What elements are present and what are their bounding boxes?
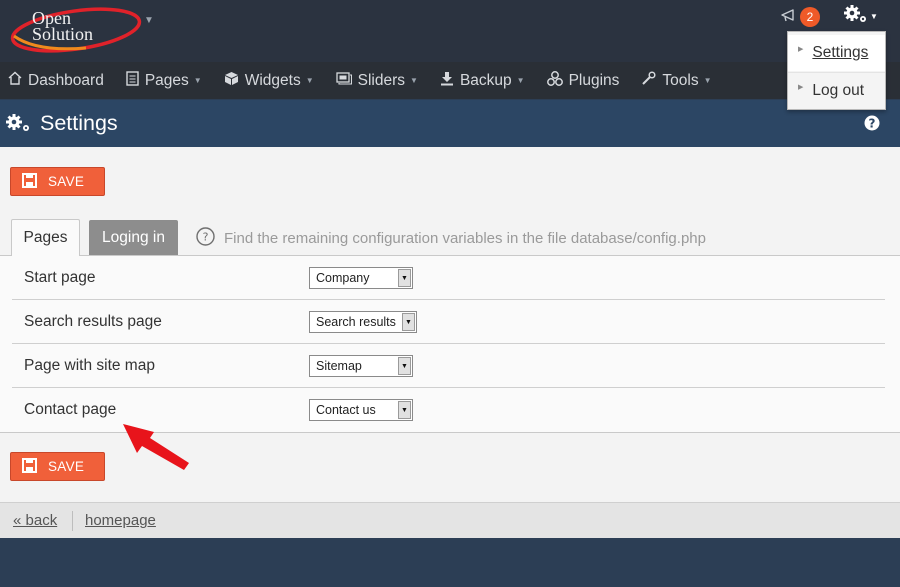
search-results-select[interactable]: Search results ▼: [309, 311, 417, 333]
nav-item-widgets[interactable]: Widgets ▼: [224, 71, 314, 91]
dropdown-arrow-icon: ▼: [398, 401, 411, 419]
notification-badge[interactable]: 2: [800, 7, 820, 27]
floppy-disk-icon: [22, 457, 37, 476]
dropdown-arrow-icon: ▼: [398, 357, 411, 375]
nav-item-plugins[interactable]: Plugins: [546, 70, 620, 91]
dropdown-arrow-icon: ▼: [402, 313, 415, 331]
svg-text:?: ?: [869, 116, 876, 130]
nav-label: Plugins: [568, 71, 620, 89]
triangle-right-icon: ▶: [798, 46, 804, 53]
help-icon[interactable]: ?: [864, 115, 880, 136]
save-button-bottom[interactable]: SAVE: [10, 452, 105, 481]
footer-divider: [72, 511, 73, 531]
save-button-top[interactable]: SAVE: [10, 167, 105, 196]
nav-item-tools[interactable]: Tools ▼: [641, 70, 712, 91]
nav-label: Backup: [459, 71, 512, 89]
settings-row-search-results: Search results page Search results ▼: [12, 300, 885, 344]
nav-item-dashboard[interactable]: Dashboard: [8, 71, 104, 90]
user-menu-toggle[interactable]: ▼: [843, 4, 878, 28]
cube-icon: [224, 71, 245, 91]
download-icon: [440, 71, 460, 91]
nav-label: Sliders: [357, 71, 406, 89]
document-icon: [126, 70, 145, 91]
puzzle-icon: [546, 70, 569, 91]
wrench-icon: [641, 70, 662, 91]
slides-icon: [335, 71, 358, 90]
chevron-down-icon[interactable]: ▼: [870, 12, 878, 21]
caret-down-icon: ▼: [305, 76, 314, 85]
gears-icon: [5, 113, 35, 138]
nav-label: Widgets: [244, 71, 301, 89]
main-nav: Dashboard Pages ▼ Widgets ▼ Sliders ▼ Ba…: [0, 62, 900, 99]
menu-item-label: Settings: [812, 44, 869, 61]
caret-down-icon: ▼: [193, 76, 202, 85]
nav-item-sliders[interactable]: Sliders ▼: [335, 71, 418, 90]
home-icon: [8, 71, 28, 90]
save-label: SAVE: [48, 459, 85, 474]
megaphone-icon[interactable]: [780, 7, 796, 28]
row-label: Search results page: [24, 313, 162, 330]
svg-text:?: ?: [203, 231, 209, 244]
tab-pages[interactable]: Pages: [11, 219, 80, 256]
page-header: Settings: [0, 100, 900, 147]
open-solution-logo[interactable]: Open Solution: [6, 2, 142, 54]
floppy-disk-icon: [22, 172, 37, 191]
top-bar: Open Solution ▼ 2 ▼: [0, 0, 900, 62]
logo-text-solution: Solution: [32, 24, 93, 44]
save-label: SAVE: [48, 174, 85, 189]
footer: « back homepage: [0, 502, 900, 538]
select-value: Search results: [316, 315, 396, 329]
hint-text: Find the remaining configuration variabl…: [224, 230, 706, 247]
menu-item-settings[interactable]: ▶ Settings: [788, 35, 885, 71]
select-value: Sitemap: [316, 359, 362, 373]
config-hint: ? Find the remaining configuration varia…: [196, 227, 706, 250]
row-label: Start page: [24, 269, 96, 286]
start-page-select[interactable]: Company ▼: [309, 267, 413, 289]
caret-down-icon: ▼: [516, 76, 525, 85]
bottom-bar: [0, 538, 900, 587]
nav-label: Tools: [662, 71, 699, 89]
notifications[interactable]: 2: [780, 6, 820, 28]
homepage-link[interactable]: homepage: [85, 512, 156, 529]
annotation-arrow-icon: [118, 420, 194, 481]
menu-item-logout[interactable]: ▶ Log out: [788, 72, 885, 108]
nav-label: Dashboard: [28, 71, 104, 89]
logo-caret-icon[interactable]: ▼: [144, 15, 154, 26]
settings-row-site-map: Page with site map Sitemap ▼: [12, 344, 885, 388]
nav-item-pages[interactable]: Pages ▼: [126, 70, 202, 91]
user-dropdown-menu: ▶ Settings ▶ Log out: [787, 31, 886, 110]
question-circle-icon: ?: [196, 227, 215, 250]
gears-icon[interactable]: [843, 4, 869, 29]
contact-page-select[interactable]: Contact us ▼: [309, 399, 413, 421]
caret-down-icon: ▼: [410, 76, 418, 85]
select-value: Contact us: [316, 403, 376, 417]
row-label: Contact page: [24, 401, 117, 418]
triangle-right-icon: ▶: [798, 83, 804, 91]
row-label: Page with site map: [24, 357, 155, 374]
nav-label: Pages: [144, 71, 189, 89]
back-link[interactable]: « back: [13, 512, 57, 529]
sitemap-select[interactable]: Sitemap ▼: [309, 355, 413, 377]
menu-item-label: Log out: [812, 81, 865, 99]
settings-row-start-page: Start page Company ▼: [12, 256, 885, 300]
page-title: Settings: [40, 111, 118, 135]
caret-down-icon: ▼: [703, 76, 712, 85]
select-value: Company: [316, 271, 370, 285]
tab-loging-in[interactable]: Loging in: [89, 220, 178, 255]
dropdown-arrow-icon: ▼: [398, 269, 411, 287]
nav-item-backup[interactable]: Backup ▼: [440, 71, 525, 91]
pages-tab-panel: Start page Company ▼ Search results page…: [0, 256, 900, 433]
